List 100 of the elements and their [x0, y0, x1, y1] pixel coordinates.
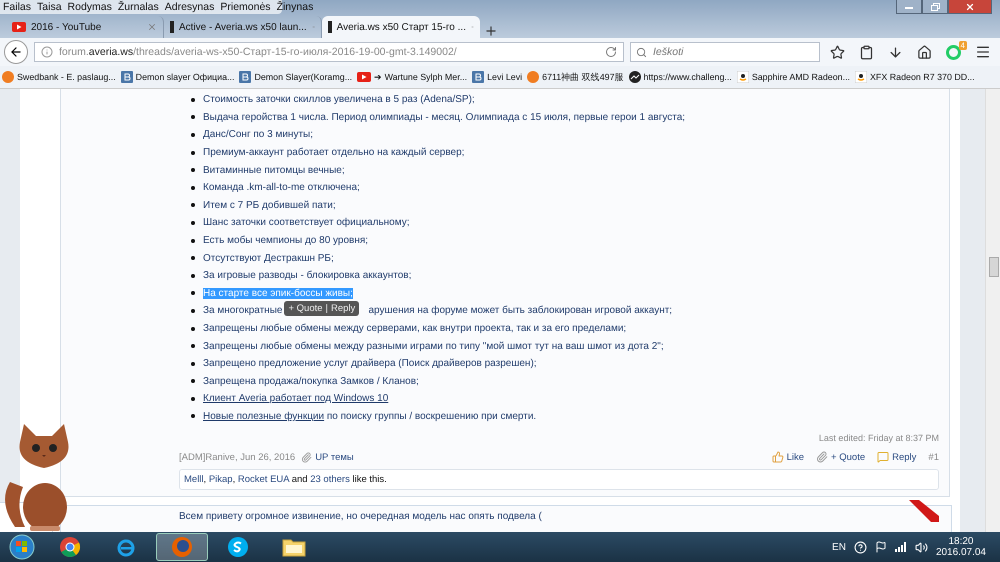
bookmark-link[interactable]: Sapphire AMD Radeon...	[736, 71, 850, 83]
list-item-text: Премиум-аккаунт работает отдельно на каждый сервер;	[203, 147, 464, 158]
bullet-icon	[191, 238, 195, 243]
letter-icon	[120, 71, 133, 83]
reply-link[interactable]: Reply	[331, 302, 356, 314]
minimize-icon	[905, 4, 913, 8]
list-item-text: Команда .km-all-to-me отключена;	[203, 182, 360, 194]
post-text: Всем привету огромное извинение, но очередная модель нас опять подвела (	[179, 511, 542, 522]
menu-item[interactable]: Taisa	[34, 0, 65, 14]
clock[interactable]: 18:20 2016.07.04	[936, 536, 996, 558]
tab-title: Averia.ws x50 Старт 15-го ...	[336, 22, 466, 32]
tab-title: Active - Averia.ws x50 laun...	[179, 22, 307, 32]
restore-icon	[930, 2, 940, 10]
search-field[interactable]: Ieškoti	[630, 42, 820, 62]
download-icon	[888, 44, 903, 60]
site-icon	[328, 21, 332, 33]
likes-text: Melll, Pikap, Rocket EUA and 23 others like this.	[179, 469, 939, 490]
help-icon[interactable]	[854, 540, 867, 554]
restore-button[interactable]	[922, 0, 948, 14]
site-icon	[170, 21, 174, 33]
menu-item[interactable]: Adresynas	[162, 0, 218, 14]
quote-link[interactable]: + Quote	[288, 302, 323, 314]
list-item-text: Витаминные питомцы вечные;	[203, 164, 345, 176]
bullet-icon	[191, 308, 195, 313]
close-button[interactable]	[948, 0, 992, 14]
bookmark-link[interactable]: ➔ Wartune Sylph Mer...	[357, 72, 468, 82]
home-icon	[917, 44, 932, 60]
list-item-text: Запрещена продажа/покупка Замков / Кланов;	[203, 376, 419, 387]
user-link[interactable]: Melll	[184, 474, 204, 486]
author-date: [ADM]Ranive, Jun 26, 2016	[179, 452, 296, 463]
bullet-icon	[191, 115, 195, 120]
list-item-text: Запрещены любые обмены между серверами, как внутри проекта, так и за его пределами;	[203, 323, 626, 334]
flag-icon[interactable]	[874, 541, 887, 553]
back-button[interactable]	[4, 40, 28, 64]
text-link[interactable]: Новые полезные функции	[203, 410, 324, 422]
video-play-icon	[357, 72, 372, 82]
windows-logo-icon	[9, 534, 35, 560]
browser-tab[interactable]: Averia.ws x50 Старт 15-го ...	[322, 16, 480, 38]
bookmark-link[interactable]: https://www.challeng...	[628, 71, 732, 83]
user-link[interactable]: 23 others	[310, 474, 350, 486]
list-item-text: Запрещено предложение услуг драйвера (Поиск драйверов разрешен);	[203, 358, 537, 370]
bullet-icon	[191, 220, 195, 225]
folder-icon	[282, 537, 306, 557]
reply-link[interactable]: Reply	[877, 451, 916, 464]
bookmark-link[interactable]: Demon slayer Официа...	[120, 71, 234, 83]
list-item-text: Запрещены любые обмены между разными играми по типу "мой шмот тут на ваш шмот из дота 2";	[203, 340, 664, 352]
ribbon-drawing	[909, 500, 939, 522]
text-link[interactable]: Клиент Averia работает под Windows 10	[203, 393, 388, 404]
up-link[interactable]: UP темы	[301, 452, 354, 463]
user-link[interactable]: Pikap	[208, 474, 233, 486]
menu-item[interactable]: Žurnalas	[114, 0, 162, 14]
bullet-icon	[191, 132, 195, 137]
user-link[interactable]: Rocket EUA	[238, 474, 290, 486]
menu-item[interactable]: Priemonės	[217, 0, 274, 14]
like-link[interactable]: Like	[772, 451, 804, 464]
menu-item[interactable]: Žinynas	[274, 0, 316, 14]
plus-icon	[484, 24, 498, 38]
bookmark-link[interactable]: XFX Radeon R7 370 DD...	[855, 71, 975, 83]
separator-text: |	[326, 302, 328, 314]
list-item-text: За игровые разводы - блокировка аккаунтов;	[203, 270, 412, 282]
bookmark-link[interactable]: Swedbank - E. paslaug...	[2, 71, 116, 83]
minimize-button[interactable]	[896, 0, 922, 14]
list-item-text: Стоимость заточки скиллов увеличена в 5 раз (Adena/SP);	[203, 94, 475, 106]
bookmark-link[interactable]: 6711神曲 双线497服	[527, 70, 624, 84]
language-indicator[interactable]: EN	[832, 542, 846, 552]
count-badge: 4	[958, 40, 967, 50]
bullet-icon	[191, 203, 195, 208]
bookmark-link[interactable]: Levi Levi	[472, 71, 522, 83]
list-item-text: Новые полезные функции по поиску группы / воскрешению при смерти.	[203, 410, 536, 422]
bullet-icon	[191, 396, 195, 401]
close-icon[interactable]	[147, 22, 157, 32]
video-play-icon	[12, 22, 26, 32]
list-item-text: Есть мобы чемпионы до 80 уровня;	[203, 235, 368, 246]
orb-icon	[2, 71, 14, 83]
address-field[interactable]: forum.averia.ws/threads/averia-ws-x50-Старт-15-го-июля-2016-19-00-gmt-3.149002/	[34, 42, 624, 62]
volume-icon[interactable]	[914, 540, 928, 554]
menu-item[interactable]: Rodymas	[64, 0, 115, 14]
signal-icon	[894, 542, 907, 552]
bullet-icon	[191, 414, 195, 418]
bullet-icon	[191, 362, 195, 366]
info-icon	[41, 46, 53, 58]
ring-icon	[946, 44, 961, 60]
orb-icon	[527, 71, 540, 83]
bullet-icon	[191, 186, 195, 190]
paperclip-icon	[301, 452, 312, 463]
smile-icon	[855, 71, 868, 83]
quote-link[interactable]: + Quote	[816, 451, 866, 464]
bullet-icon	[191, 274, 195, 278]
post-number[interactable]: #1	[928, 452, 939, 463]
scroll-thumb[interactable]	[989, 257, 999, 277]
menu-item[interactable]: Failas	[0, 0, 34, 14]
edited-note: Last edited: Friday at 8:37 PM	[818, 433, 939, 444]
star-icon	[830, 44, 845, 60]
bullet-icon	[191, 379, 195, 384]
bullet-icon	[191, 344, 195, 348]
bullet-icon	[191, 326, 195, 331]
bookmark-link[interactable]: Demon Slayer(Koramg...	[239, 71, 352, 83]
list-item-text: Отсутствуют Дестракшн РБ;	[203, 252, 334, 264]
list-item-text: Данс/Сонг по 3 минуты;	[203, 129, 313, 140]
reload-icon[interactable]	[605, 46, 617, 58]
